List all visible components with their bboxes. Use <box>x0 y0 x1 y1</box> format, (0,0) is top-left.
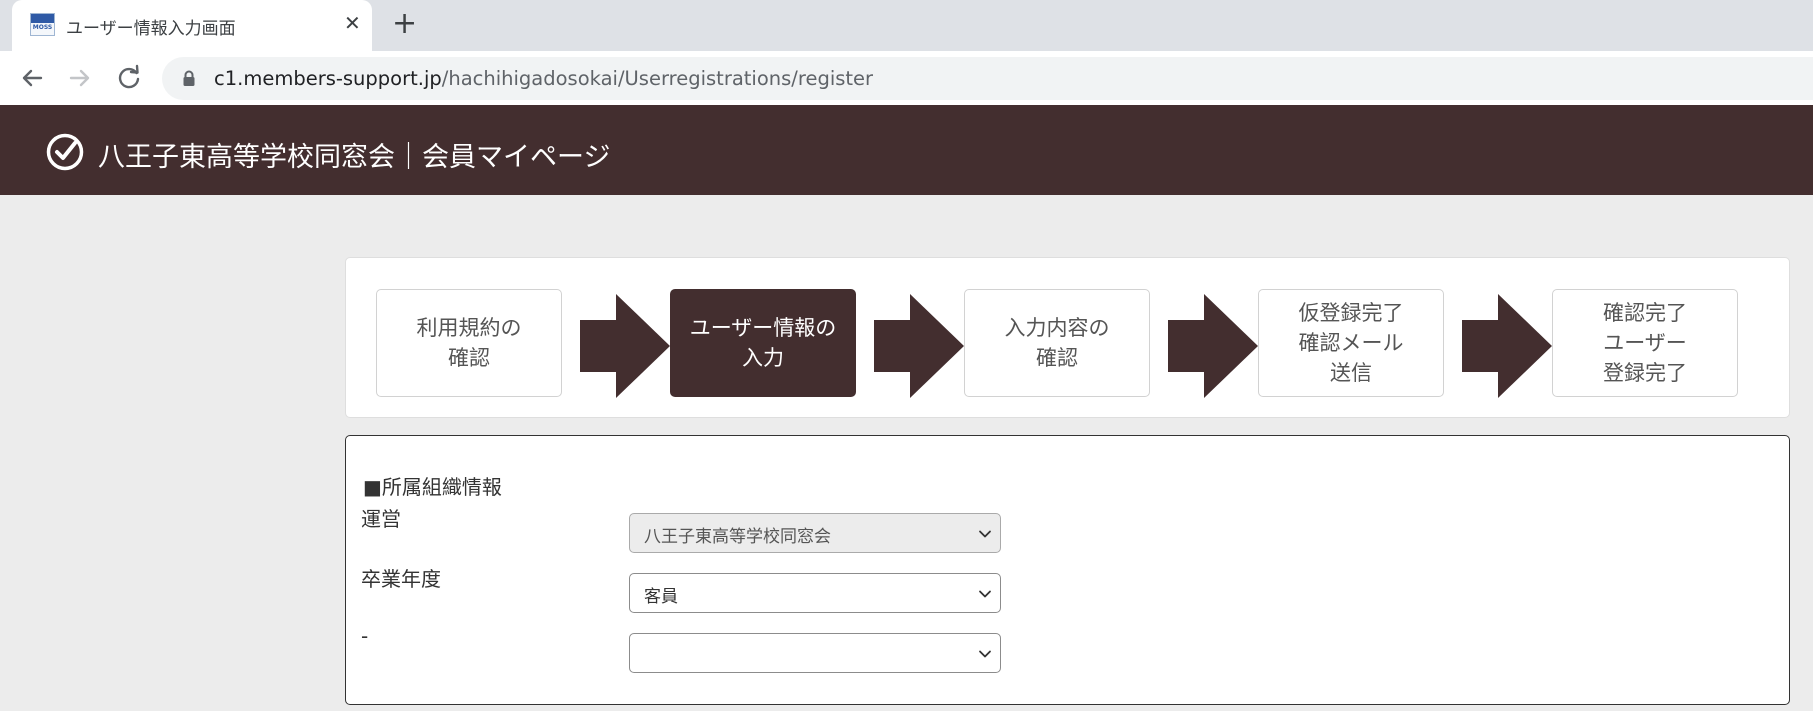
field-label-management: 運営 <box>361 507 401 531</box>
site-title: 八王子東高等学校同窓会｜会員マイページ <box>98 142 611 173</box>
chevron-down-icon <box>979 590 991 598</box>
back-button[interactable] <box>15 61 49 95</box>
arrow-left-icon <box>22 69 43 87</box>
reload-button[interactable] <box>112 61 146 95</box>
lock-icon <box>183 70 195 86</box>
select-value: 八王子東高等学校同窓会 <box>644 527 831 547</box>
field-label-sub: - <box>361 624 369 648</box>
url-text: c1.members-support.jp/hachihigadosokai/U… <box>214 67 874 90</box>
tab-close-icon[interactable]: ✕ <box>344 12 361 34</box>
step-arrow-icon <box>580 294 670 398</box>
step-user-info-input: ユーザー情報の 入力 <box>670 289 856 397</box>
arrow-right-icon <box>69 69 90 87</box>
chevron-down-icon <box>979 530 991 538</box>
new-tab-icon[interactable]: + <box>392 8 417 40</box>
address-bar[interactable]: c1.members-support.jp/hachihigadosokai/U… <box>162 57 1813 100</box>
browser-tab-bar: MOSS ユーザー情報入力画面 ✕ + <box>0 0 1813 51</box>
favicon-icon: MOSS <box>30 13 55 36</box>
graduation-year-select[interactable]: 客員 <box>629 573 1001 613</box>
site-header: 八王子東高等学校同窓会｜会員マイページ <box>0 105 1813 195</box>
browser-toolbar: c1.members-support.jp/hachihigadosokai/U… <box>0 51 1813 105</box>
reload-icon <box>118 64 140 89</box>
select-value: 客員 <box>644 587 678 607</box>
field-label-graduation-year: 卒業年度 <box>361 567 441 591</box>
step-arrow-icon <box>874 294 964 398</box>
step-arrow-icon <box>1168 294 1258 398</box>
section-title: ■所属組織情報 <box>363 475 502 499</box>
step-label: 仮登録完了 確認メール 送信 <box>1298 301 1404 385</box>
step-registration-complete: 確認完了 ユーザー 登録完了 <box>1552 289 1738 397</box>
chevron-down-icon <box>979 650 991 658</box>
step-terms-confirmation: 利用規約の 確認 <box>376 289 562 397</box>
step-label: 入力内容の 確認 <box>1004 316 1110 370</box>
tab-title: ユーザー情報入力画面 <box>66 19 236 39</box>
sub-select[interactable] <box>629 633 1001 673</box>
browser-tab[interactable]: MOSS ユーザー情報入力画面 ✕ <box>12 0 372 51</box>
organization-form: ■所属組織情報 運営 八王子東高等学校同窓会 卒業年度 客員 - <box>345 435 1790 705</box>
step-provisional-registration: 仮登録完了 確認メール 送信 <box>1258 289 1444 397</box>
step-arrow-icon <box>1462 294 1552 398</box>
step-label: 確認完了 ユーザー 登録完了 <box>1603 301 1687 385</box>
management-select[interactable]: 八王子東高等学校同窓会 <box>629 513 1001 553</box>
step-label: 利用規約の 確認 <box>416 316 522 370</box>
step-label: ユーザー情報の 入力 <box>689 316 837 370</box>
registration-steps: 利用規約の 確認 ユーザー情報の 入力 入力内容の 確認 仮登録完了 確認メール… <box>345 257 1790 418</box>
forward-button[interactable] <box>63 61 97 95</box>
check-circle-icon <box>46 133 84 171</box>
step-input-confirmation: 入力内容の 確認 <box>964 289 1150 397</box>
